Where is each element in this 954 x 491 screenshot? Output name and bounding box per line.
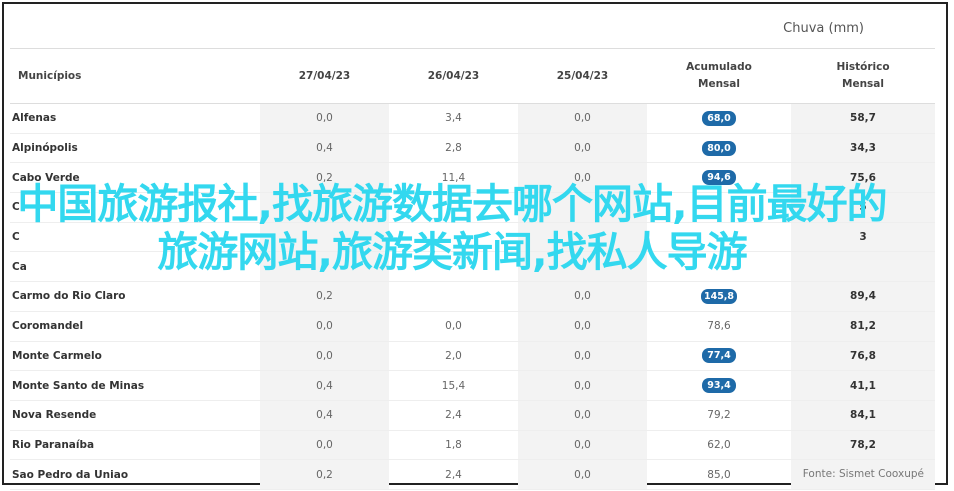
day-26-cell: 0,0 bbox=[389, 311, 518, 342]
municipality-cell: Alpinópolis bbox=[10, 133, 260, 164]
day-25-cell: 0,0 bbox=[518, 311, 647, 342]
municipality-cell: Monte Santo de Minas bbox=[10, 370, 260, 401]
day-26-cell: 15,4 bbox=[389, 370, 518, 401]
day-27-cell: 0,2 bbox=[260, 281, 389, 312]
day-26-cell bbox=[389, 281, 518, 312]
accumulated-cell: 93,4 bbox=[647, 370, 791, 401]
accumulated-badge: 93,4 bbox=[702, 378, 736, 394]
municipality-cell: Carmo do Rio Claro bbox=[10, 281, 260, 312]
day-25-cell: 0,0 bbox=[518, 133, 647, 164]
chart-title: Chuva (mm) bbox=[783, 21, 864, 36]
accumulated-cell: 80,0 bbox=[647, 133, 791, 164]
day-26-cell: 3,4 bbox=[389, 103, 518, 134]
historic-cell: 41,1 bbox=[791, 370, 935, 401]
table-row: Coromandel 0,0 0,0 0,0 78,6 81,2 bbox=[10, 311, 935, 342]
column-header: Acumulado Mensal bbox=[647, 49, 791, 104]
overlay-watermark-text: 中国旅游报社,找旅游数据去哪个网站,目前最好的旅游网站,旅游类新闻,找私人导游 bbox=[17, 180, 887, 276]
accumulated-cell: 79,2 bbox=[647, 400, 791, 431]
day-27-cell: 0,0 bbox=[260, 341, 389, 372]
historic-cell: 34,3 bbox=[791, 133, 935, 164]
day-27-cell: 0,4 bbox=[260, 370, 389, 401]
accumulated-cell: 85,0 bbox=[647, 459, 791, 490]
day-26-cell: 2,4 bbox=[389, 400, 518, 431]
accumulated-cell: 78,6 bbox=[647, 311, 791, 342]
accumulated-badge: 145,8 bbox=[700, 288, 738, 304]
table-header-row: Municípios 27/04/23 26/04/23 25/04/23 Acumul… bbox=[10, 49, 935, 104]
historic-cell: 78,2 bbox=[791, 430, 935, 461]
day-25-cell: 0,0 bbox=[518, 370, 647, 401]
municipality-cell: Monte Carmelo bbox=[10, 341, 260, 372]
table-row: Monte Santo de Minas 0,4 15,4 0,0 93,4 41,1 bbox=[10, 370, 935, 401]
historic-cell: 89,4 bbox=[791, 281, 935, 312]
accumulated-badge: 77,4 bbox=[702, 348, 736, 364]
day-26-cell: 2,0 bbox=[389, 341, 518, 372]
day-26-cell: 1,8 bbox=[389, 430, 518, 461]
column-header: 25/04/23 bbox=[518, 49, 647, 104]
historic-cell: 58,7 bbox=[791, 103, 935, 134]
day-25-cell: 0,0 bbox=[518, 459, 647, 490]
accumulated-cell: 77,4 bbox=[647, 341, 791, 372]
municipality-cell: Sao Pedro da Uniao bbox=[10, 459, 260, 490]
column-header: 26/04/23 bbox=[389, 49, 518, 104]
day-25-cell: 0,0 bbox=[518, 281, 647, 312]
day-25-cell: 0,0 bbox=[518, 103, 647, 134]
day-27-cell: 0,0 bbox=[260, 430, 389, 461]
table-row: Rio Paranaíba 0,0 1,8 0,0 62,0 78,2 bbox=[10, 430, 935, 461]
column-header: Histórico Mensal bbox=[791, 49, 935, 104]
day-25-cell: 0,0 bbox=[518, 400, 647, 431]
day-26-cell: 2,4 bbox=[389, 459, 518, 490]
table-row: Nova Resende 0,4 2,4 0,0 79,2 84,1 bbox=[10, 400, 935, 431]
day-25-cell: 0,0 bbox=[518, 341, 647, 372]
column-header: Municípios bbox=[10, 49, 260, 104]
historic-cell: 84,1 bbox=[791, 400, 935, 431]
day-26-cell: 2,8 bbox=[389, 133, 518, 164]
table-row: Sao Pedro da Uniao 0,2 2,4 0,0 85,0 bbox=[10, 459, 935, 490]
accumulated-cell: 145,8 bbox=[647, 281, 791, 312]
day-27-cell: 0,0 bbox=[260, 103, 389, 134]
day-27-cell: 0,0 bbox=[260, 311, 389, 342]
accumulated-cell: 68,0 bbox=[647, 103, 791, 134]
accumulated-cell: 62,0 bbox=[647, 430, 791, 461]
day-27-cell: 0,4 bbox=[260, 400, 389, 431]
column-header: 27/04/23 bbox=[260, 49, 389, 104]
municipality-cell: Rio Paranaíba bbox=[10, 430, 260, 461]
day-27-cell: 0,4 bbox=[260, 133, 389, 164]
day-25-cell: 0,0 bbox=[518, 430, 647, 461]
historic-cell: 81,2 bbox=[791, 311, 935, 342]
municipality-cell: Coromandel bbox=[10, 311, 260, 342]
historic-cell: 76,8 bbox=[791, 341, 935, 372]
table-body: Alfenas 0,0 3,4 0,0 68,0 58,7 Alpinópolis 0,4 2,… bbox=[10, 103, 935, 490]
table-row: Monte Carmelo 0,0 2,0 0,0 77,4 76,8 bbox=[10, 341, 935, 372]
accumulated-badge: 80,0 bbox=[702, 140, 736, 156]
day-27-cell: 0,2 bbox=[260, 459, 389, 490]
accumulated-badge: 68,0 bbox=[702, 110, 736, 126]
table-row: Alpinópolis 0,4 2,8 0,0 80,0 34,3 bbox=[10, 133, 935, 164]
table-row: Alfenas 0,0 3,4 0,0 68,0 58,7 bbox=[10, 103, 935, 134]
source-note: Fonte: Sismet Cooxupé bbox=[802, 468, 924, 480]
municipality-cell: Alfenas bbox=[10, 103, 260, 134]
table-row: Carmo do Rio Claro 0,2 0,0 145,8 89,4 bbox=[10, 281, 935, 312]
municipality-cell: Nova Resende bbox=[10, 400, 260, 431]
